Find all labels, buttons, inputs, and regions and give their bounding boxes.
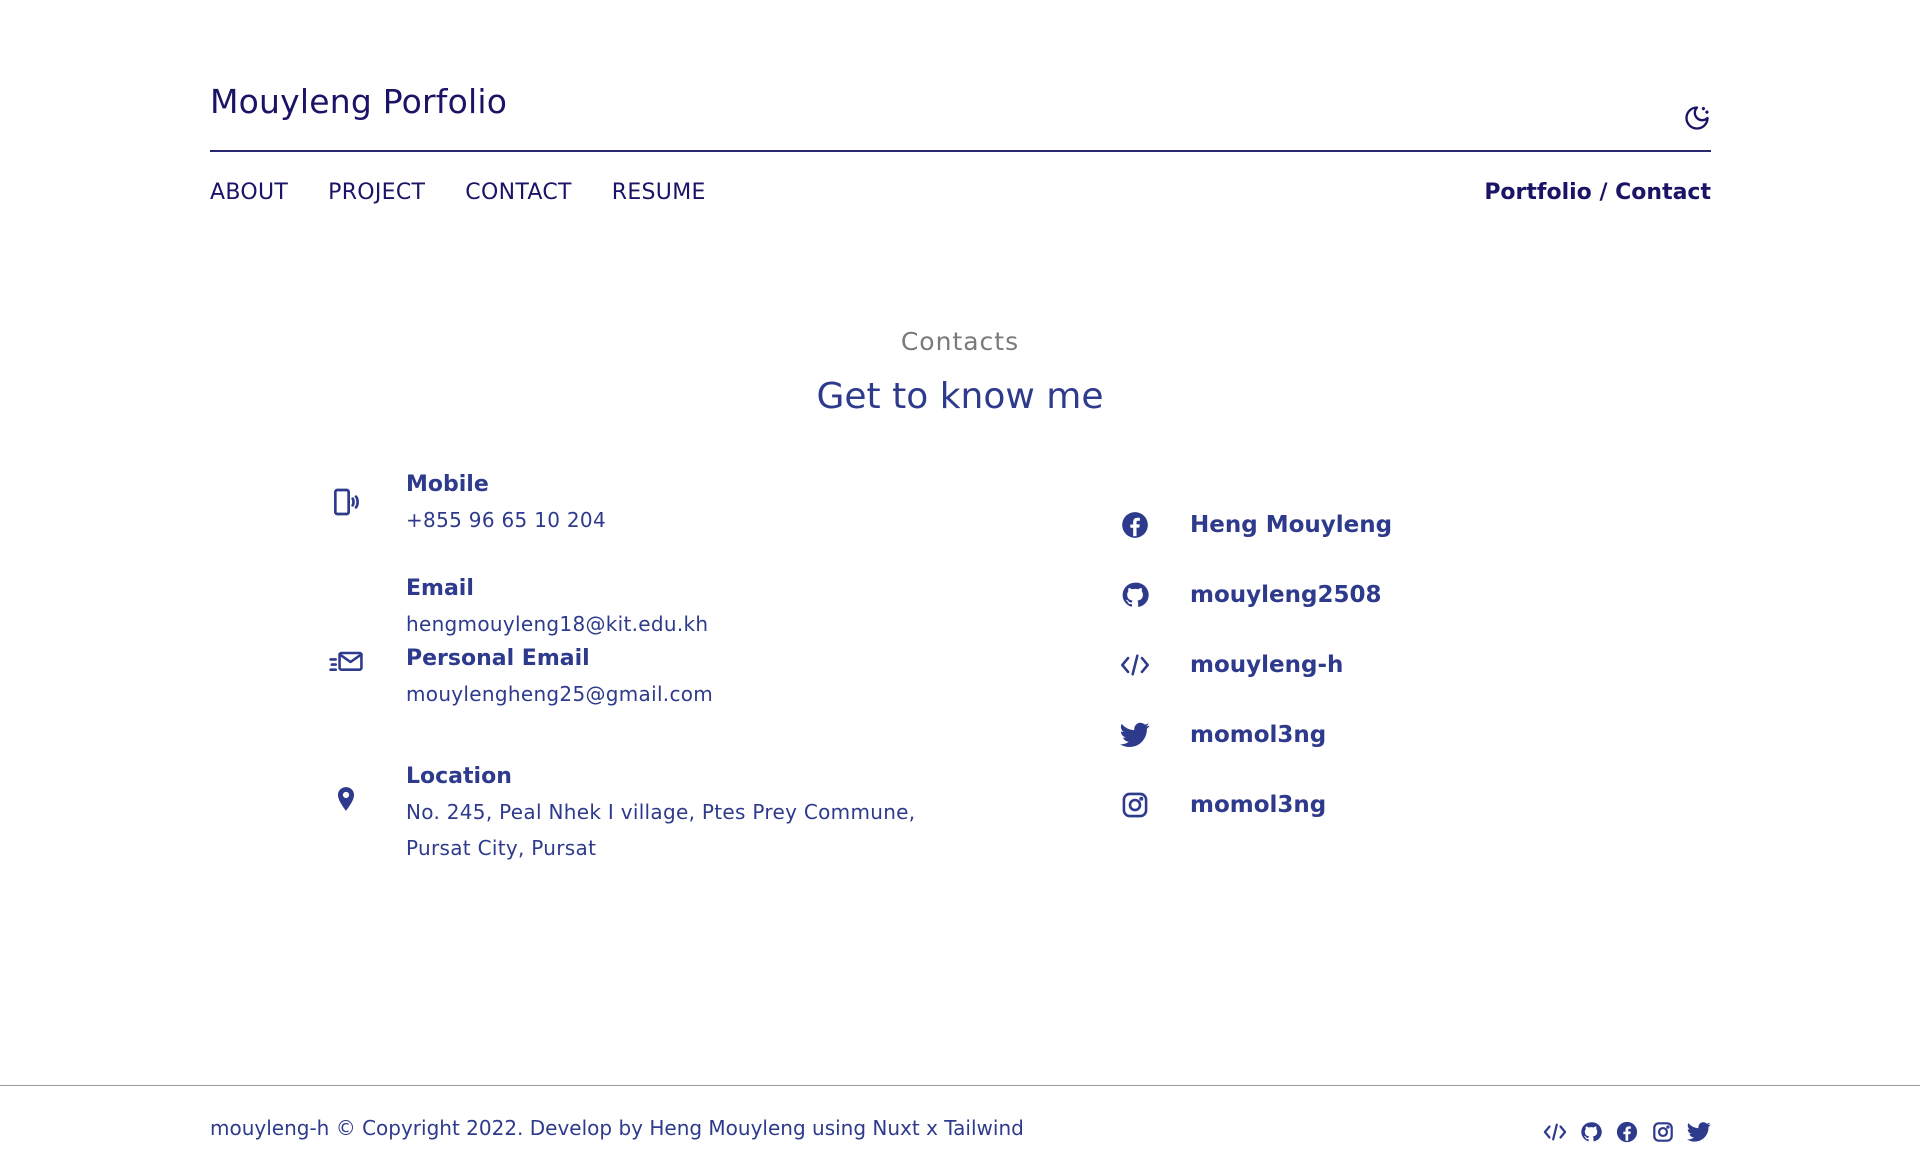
personal-email-label: Personal Email bbox=[406, 646, 590, 671]
github-label[interactable]: mouyleng2508 bbox=[1190, 582, 1381, 608]
social-code[interactable]: mouyleng-h bbox=[1115, 630, 1615, 700]
location-line1: No. 245, Peal Nhek I village, Ptes Prey … bbox=[406, 800, 916, 824]
github-icon[interactable] bbox=[1579, 1120, 1603, 1144]
location-label: Location bbox=[406, 764, 512, 789]
site-header: Mouyleng Porfolio bbox=[210, 82, 1711, 130]
social-github[interactable]: mouyleng2508 bbox=[1115, 560, 1615, 630]
code-icon bbox=[1115, 645, 1155, 685]
twitter-icon bbox=[1115, 715, 1155, 755]
site-brand[interactable]: Mouyleng Porfolio bbox=[210, 82, 1711, 121]
social-links: Heng Mouyleng mouyleng2508 mouyleng-h mo… bbox=[1115, 490, 1615, 840]
footer-divider bbox=[0, 1085, 1920, 1086]
breadcrumb: Portfolio / Contact bbox=[1484, 180, 1711, 205]
contact-location: Location No. 245, Peal Nhek I village, P… bbox=[320, 760, 960, 880]
instagram-icon bbox=[1115, 785, 1155, 825]
footer-copyright: mouyleng-h © Copyright 2022. Develop by … bbox=[210, 1116, 1024, 1140]
mobile-phone-icon bbox=[320, 476, 372, 528]
personal-email-value[interactable]: mouylengheng25@gmail.com bbox=[406, 676, 960, 712]
facebook-label[interactable]: Heng Mouyleng bbox=[1190, 512, 1392, 538]
header-divider bbox=[210, 150, 1711, 152]
social-instagram[interactable]: momol3ng bbox=[1115, 770, 1615, 840]
main-nav: ABOUT PROJECT CONTACT RESUME Portfolio /… bbox=[210, 180, 1711, 212]
mobile-label: Mobile bbox=[406, 472, 489, 497]
contact-mobile: Mobile +855 96 65 10 204 bbox=[320, 468, 960, 572]
facebook-icon[interactable] bbox=[1615, 1120, 1639, 1144]
map-pin-icon bbox=[320, 774, 372, 826]
footer-social-icons bbox=[1543, 1120, 1711, 1144]
section-title: Get to know me bbox=[816, 376, 1104, 417]
twitter-label[interactable]: momol3ng bbox=[1190, 722, 1326, 748]
email-label: Email bbox=[406, 576, 474, 601]
nav-project[interactable]: PROJECT bbox=[328, 180, 425, 205]
github-icon bbox=[1115, 575, 1155, 615]
contact-email: Email hengmouyleng18@kit.edu.kh Personal… bbox=[320, 572, 960, 760]
social-twitter[interactable]: momol3ng bbox=[1115, 700, 1615, 770]
fast-mail-icon bbox=[320, 636, 372, 688]
mobile-value[interactable]: +855 96 65 10 204 bbox=[406, 502, 960, 538]
nav-resume[interactable]: RESUME bbox=[612, 180, 706, 205]
nav-about[interactable]: ABOUT bbox=[210, 180, 288, 205]
nav-contact[interactable]: CONTACT bbox=[465, 180, 571, 205]
moon-stars-icon[interactable] bbox=[1683, 104, 1711, 132]
instagram-label[interactable]: momol3ng bbox=[1190, 792, 1326, 818]
email-value[interactable]: hengmouyleng18@kit.edu.kh bbox=[406, 606, 960, 642]
code-label[interactable]: mouyleng-h bbox=[1190, 652, 1343, 678]
facebook-icon bbox=[1115, 505, 1155, 545]
section-kicker: Contacts bbox=[900, 327, 1020, 356]
code-icon[interactable] bbox=[1543, 1120, 1567, 1144]
twitter-icon[interactable] bbox=[1687, 1120, 1711, 1144]
contact-details: Mobile +855 96 65 10 204 Email hengmouyl… bbox=[320, 468, 960, 880]
instagram-icon[interactable] bbox=[1651, 1120, 1675, 1144]
social-facebook[interactable]: Heng Mouyleng bbox=[1115, 490, 1615, 560]
location-line2: Pursat City, Pursat bbox=[406, 836, 597, 860]
